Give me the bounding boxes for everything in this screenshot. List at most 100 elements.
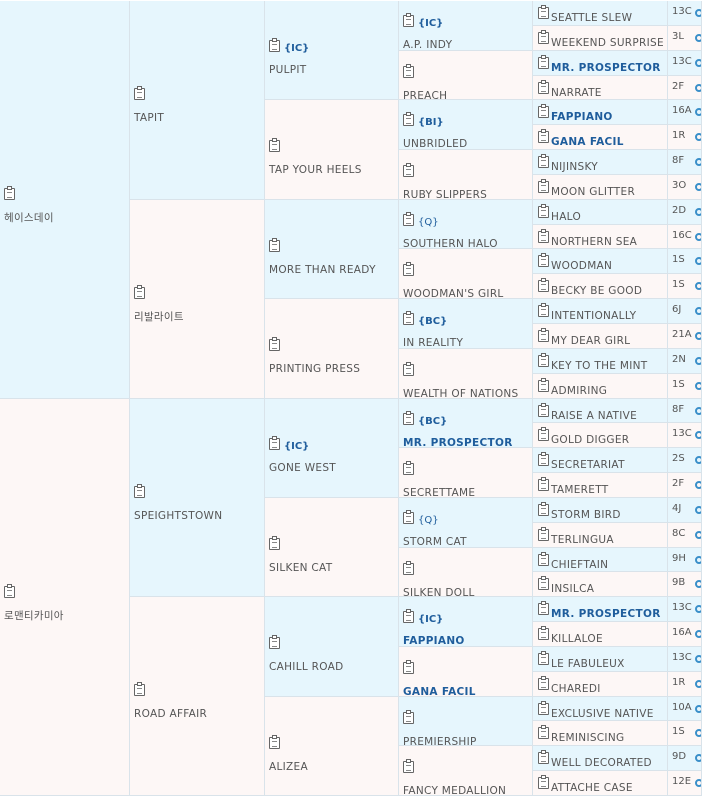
horse-name[interactable]: SPEIGHTSTOWN [134, 510, 222, 522]
horse-name[interactable]: 헤이스데이 [4, 212, 54, 224]
pedigree-icon[interactable] [538, 203, 549, 218]
pedigree-icon[interactable] [403, 659, 414, 674]
pedigree-icon[interactable] [403, 361, 414, 376]
horse-name[interactable]: RAISE A NATIVE [551, 410, 637, 422]
pedigree-icon[interactable] [403, 211, 414, 226]
search-icon[interactable] [695, 307, 701, 316]
pedigree-icon[interactable] [538, 129, 549, 144]
pedigree-icon[interactable] [538, 5, 549, 19]
pedigree-icon[interactable] [538, 104, 549, 119]
search-icon[interactable] [695, 505, 701, 514]
search-icon[interactable] [695, 704, 701, 713]
horse-name[interactable]: WELL DECORATED [551, 757, 652, 769]
search-icon[interactable] [695, 133, 701, 142]
pedigree-icon[interactable] [403, 13, 414, 27]
search-icon[interactable] [695, 580, 701, 589]
search-icon[interactable] [695, 630, 701, 639]
horse-name[interactable]: MR. PROSPECTOR [551, 608, 661, 620]
pedigree-icon[interactable] [538, 626, 549, 641]
horse-name[interactable]: CHAREDI [551, 683, 601, 695]
search-icon[interactable] [695, 431, 701, 440]
search-icon[interactable] [695, 232, 701, 241]
pedigree-icon[interactable] [403, 709, 414, 724]
search-icon[interactable] [695, 605, 701, 614]
horse-name[interactable]: GANA FACIL [551, 136, 624, 148]
horse-name[interactable]: ADMIRING [551, 385, 607, 397]
pedigree-icon[interactable] [269, 38, 280, 52]
pedigree-icon[interactable] [403, 410, 414, 425]
horse-name[interactable]: INSILCA [551, 583, 594, 595]
search-icon[interactable] [695, 456, 701, 465]
horse-name[interactable]: PRINTING PRESS [269, 363, 360, 375]
pedigree-icon[interactable] [403, 63, 414, 78]
search-icon[interactable] [695, 381, 701, 390]
horse-name[interactable]: MOON GLITTER [551, 186, 635, 198]
horse-name[interactable]: MY DEAR GIRL [551, 335, 630, 347]
horse-name[interactable]: SILKEN DOLL [403, 587, 475, 597]
horse-name[interactable]: MR. PROSPECTOR [403, 437, 513, 448]
search-icon[interactable] [695, 83, 701, 92]
search-icon[interactable] [695, 58, 701, 67]
pedigree-icon[interactable] [538, 675, 549, 690]
horse-name[interactable]: SILKEN CAT [269, 562, 332, 574]
horse-name[interactable]: SECRETTAME [403, 487, 475, 497]
pedigree-icon[interactable] [134, 86, 145, 100]
horse-name[interactable]: WEEKEND SURPRISE [551, 37, 664, 49]
horse-name[interactable]: MORE THAN READY [269, 264, 376, 276]
horse-name[interactable]: FAPPIANO [551, 111, 613, 123]
pedigree-icon[interactable] [538, 452, 549, 467]
pedigree-icon[interactable] [538, 327, 549, 342]
horse-name[interactable]: STORM BIRD [551, 509, 621, 521]
search-icon[interactable] [695, 679, 701, 688]
pedigree-icon[interactable] [269, 635, 280, 650]
horse-name[interactable]: CAHILL ROAD [269, 661, 344, 673]
pedigree-icon[interactable] [538, 477, 549, 492]
pedigree-icon[interactable] [538, 526, 549, 541]
horse-name[interactable]: MR. PROSPECTOR [551, 62, 661, 74]
pedigree-icon[interactable] [538, 278, 549, 293]
pedigree-icon[interactable] [538, 154, 549, 169]
horse-name[interactable]: PULPIT [269, 64, 307, 76]
pedigree-icon[interactable] [4, 186, 15, 200]
pedigree-icon[interactable] [538, 576, 549, 591]
horse-name[interactable]: PREMIERSHIP [403, 736, 477, 746]
pedigree-icon[interactable] [269, 237, 280, 252]
pedigree-icon[interactable] [269, 435, 280, 450]
pedigree-icon[interactable] [269, 138, 280, 153]
pedigree-icon[interactable] [403, 759, 414, 774]
pedigree-icon[interactable] [538, 303, 549, 318]
horse-name[interactable]: INTENTIONALLY [551, 310, 636, 322]
search-icon[interactable] [695, 108, 701, 117]
pedigree-icon[interactable] [403, 609, 414, 624]
horse-name[interactable]: NIJINSKY [551, 161, 598, 173]
pedigree-icon[interactable] [403, 509, 414, 524]
horse-name[interactable]: PREACH [403, 90, 447, 100]
pedigree-icon[interactable] [269, 337, 280, 352]
search-icon[interactable] [695, 530, 701, 539]
pedigree-icon[interactable] [538, 253, 549, 268]
horse-name[interactable]: 리발라이트 [134, 311, 184, 323]
horse-name[interactable]: ATTACHE CASE [551, 782, 633, 794]
search-icon[interactable] [695, 331, 701, 340]
horse-name[interactable]: ALIZEA [269, 761, 308, 773]
horse-name[interactable]: GANA FACIL [403, 686, 476, 696]
pedigree-icon[interactable] [538, 750, 549, 765]
horse-name[interactable]: CHIEFTAIN [551, 559, 608, 571]
search-icon[interactable] [695, 182, 701, 191]
pedigree-icon[interactable] [538, 377, 549, 392]
pedigree-icon[interactable] [134, 284, 145, 299]
search-icon[interactable] [695, 406, 701, 415]
horse-name[interactable]: STORM CAT [403, 536, 467, 547]
search-icon[interactable] [695, 555, 701, 564]
pedigree-icon[interactable] [538, 79, 549, 94]
horse-name[interactable]: SEATTLE SLEW [551, 12, 632, 24]
search-icon[interactable] [695, 779, 701, 788]
pedigree-icon[interactable] [538, 501, 549, 516]
horse-name[interactable]: TAMERETT [551, 484, 608, 496]
horse-name[interactable]: NORTHERN SEA [551, 236, 637, 248]
pedigree-icon[interactable] [403, 560, 414, 575]
horse-name[interactable]: UNBRIDLED [403, 138, 468, 149]
horse-name[interactable]: NARRATE [551, 87, 602, 99]
pedigree-icon[interactable] [269, 535, 280, 550]
pedigree-icon[interactable] [538, 551, 549, 566]
